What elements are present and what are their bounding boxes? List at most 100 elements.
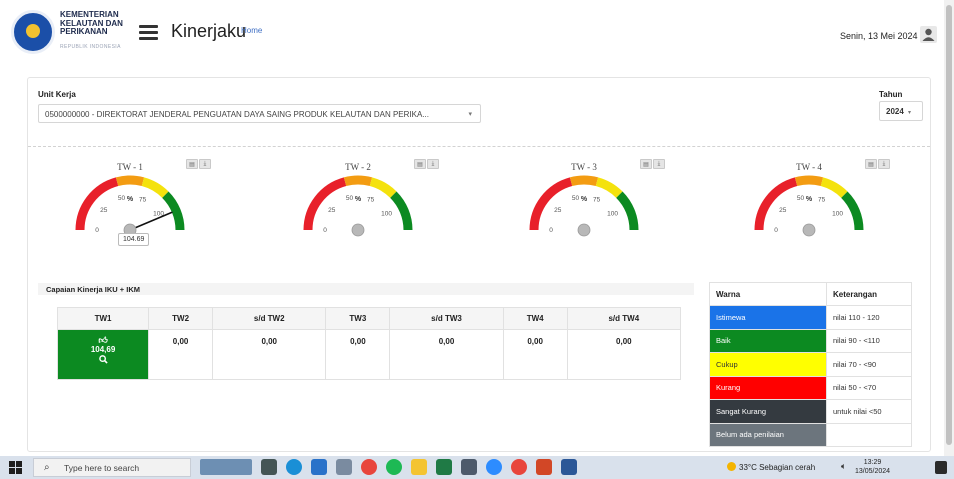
- column-header: s/d TW3: [389, 307, 504, 330]
- column-header: TW4: [502, 307, 568, 330]
- gauge-tick-label: 25: [779, 207, 787, 214]
- tw1-cell[interactable]: 👍︎ 104,69: [56, 329, 150, 380]
- chevron-down-icon: ▾: [468, 111, 472, 118]
- column-header: TW1: [56, 307, 150, 330]
- table-header-row: TW1 TW2 s/d TW2 TW3 s/d TW3 TW4 s/d TW4: [56, 307, 682, 330]
- scrollbar-thumb[interactable]: [946, 5, 952, 445]
- column-header: TW3: [325, 307, 391, 330]
- windows-start-icon[interactable]: [9, 461, 22, 474]
- logo-line: PERIKANAN: [60, 27, 108, 36]
- powerpoint-icon[interactable]: [536, 459, 552, 475]
- table-cell: 0,00: [566, 329, 682, 380]
- unit-kerja-select[interactable]: 0500000000 - DIREKTORAT JENDERAL PENGUAT…: [38, 104, 481, 123]
- legend-color-label: Kurang: [709, 375, 827, 400]
- weather-widget[interactable]: 33°C Sebagian cerah: [727, 462, 815, 472]
- excel-icon[interactable]: [436, 459, 452, 475]
- chrome-icon[interactable]: [511, 459, 527, 475]
- legend-description: untuk nilai <50: [826, 399, 912, 424]
- app-title: Kinerjaku: [171, 21, 247, 41]
- zoom-icon[interactable]: [486, 459, 502, 475]
- gauge-band: [595, 177, 623, 198]
- unit-kerja-label: Unit Kerja: [38, 90, 76, 99]
- notification-icon[interactable]: [935, 461, 947, 474]
- settings-icon[interactable]: [461, 459, 477, 475]
- tahun-value: 2024: [886, 107, 904, 116]
- volume-icon[interactable]: 🔈︎: [841, 461, 846, 472]
- gauge-band: [754, 177, 798, 231]
- gauge-band: [616, 191, 639, 231]
- file-explorer-icon[interactable]: [411, 459, 427, 475]
- logo-subtitle: REPUBLIK INDONESIA: [60, 44, 121, 50]
- chrome-icon[interactable]: [361, 459, 377, 475]
- gauge-band: [529, 177, 573, 231]
- print-icon[interactable]: ▤: [865, 159, 877, 169]
- gauge-pivot: [351, 223, 365, 237]
- gauge-pivot: [802, 223, 816, 237]
- spotify-icon[interactable]: [386, 459, 402, 475]
- gauge-tick-label: 25: [554, 207, 562, 214]
- app-icon[interactable]: [336, 459, 352, 475]
- search-icon[interactable]: [58, 355, 148, 366]
- home-link[interactable]: Home: [241, 26, 262, 35]
- edge-icon[interactable]: [286, 459, 302, 475]
- gauge-tick-label: 100: [381, 211, 392, 218]
- gauge-svg: 0 25 50 75 100 TW - 3%: [529, 162, 639, 237]
- download-icon[interactable]: ⤓: [878, 159, 890, 169]
- landscape-thumbnail[interactable]: [200, 459, 252, 475]
- legend-header-row: Warna Keterangan: [709, 282, 912, 306]
- weather-icon: [727, 462, 736, 471]
- legend-row: Baik nilai 90 - <110: [709, 328, 912, 353]
- gauge-title: TW - 4: [796, 162, 822, 172]
- table-cell: 0,00: [389, 329, 504, 380]
- gauge-tw2: 0 25 50 75 100 TW - 2% ▤ ⤓: [290, 157, 439, 257]
- blank-area: [680, 78, 774, 118]
- gauge-pivot: [577, 223, 591, 237]
- menu-icon[interactable]: [139, 25, 158, 40]
- gauge-tw3: 0 25 50 75 100 TW - 3% ▤ ⤓: [516, 157, 665, 257]
- gauge-tick-label: 25: [100, 207, 108, 214]
- download-icon[interactable]: ⤓: [653, 159, 665, 169]
- gauge-tick-label: 50: [118, 195, 126, 202]
- column-header: s/d TW2: [212, 307, 327, 330]
- print-icon[interactable]: ▤: [414, 159, 426, 169]
- print-icon[interactable]: ▤: [640, 159, 652, 169]
- gauge-needle: [129, 211, 173, 231]
- thumbs-up-icon: 👍︎: [98, 335, 108, 345]
- windows-taskbar: ⌕ Type here to search 33°C Sebagian cera…: [0, 456, 954, 479]
- gauge-tick-label: 75: [139, 197, 147, 204]
- table-row: 👍︎ 104,69 0,00 0,00 0,00 0,00 0,00 0,00: [56, 329, 682, 380]
- user-icon[interactable]: [920, 26, 937, 43]
- clock-time: 13:29: [863, 459, 882, 466]
- table-cell: 0,00: [148, 329, 214, 380]
- column-header: TW2: [148, 307, 214, 330]
- legend-description: nilai 70 - <90: [826, 352, 912, 377]
- gauge-band: [369, 177, 397, 198]
- capaian-title: Capaian Kinerja IKU + IKM: [38, 283, 694, 295]
- gauge-buttons: ▤ ⤓: [640, 159, 665, 169]
- legend-description: nilai 90 - <110: [826, 328, 912, 353]
- taskbar-apps: [200, 459, 586, 475]
- kkp-logo: [11, 10, 55, 54]
- gauge-tick-label: 100: [607, 211, 618, 218]
- taskbar-clock[interactable]: 13:29 13/05/2024: [855, 458, 890, 476]
- gauge-tick-label: 100: [832, 211, 843, 218]
- gauge-tick-label: 50: [797, 195, 805, 202]
- tw1-value: 104,69: [90, 345, 116, 354]
- gauge-title: TW - 3: [571, 162, 597, 172]
- gauge-svg: 0 25 50 75 100 TW - 4%: [754, 162, 864, 237]
- mail-icon[interactable]: [311, 459, 327, 475]
- word-icon[interactable]: [561, 459, 577, 475]
- download-icon[interactable]: ⤓: [199, 159, 211, 169]
- print-icon[interactable]: ▤: [186, 159, 198, 169]
- legend-table: Warna Keterangan Istimewa nilai 110 - 120…: [709, 282, 912, 447]
- download-icon[interactable]: ⤓: [427, 159, 439, 169]
- task-view-icon[interactable]: [261, 459, 277, 475]
- legend-header-color: Warna: [709, 282, 827, 306]
- tahun-select[interactable]: 2024 ▾: [879, 101, 923, 121]
- legend-header-desc: Keterangan: [826, 282, 912, 306]
- gauge-unit: %: [355, 196, 362, 203]
- clock-date: 13/05/2024: [855, 468, 891, 475]
- gauge-tick-label: 50: [572, 195, 580, 202]
- taskbar-search-input[interactable]: ⌕ Type here to search: [33, 458, 191, 477]
- gauge-title: TW - 1: [117, 162, 143, 172]
